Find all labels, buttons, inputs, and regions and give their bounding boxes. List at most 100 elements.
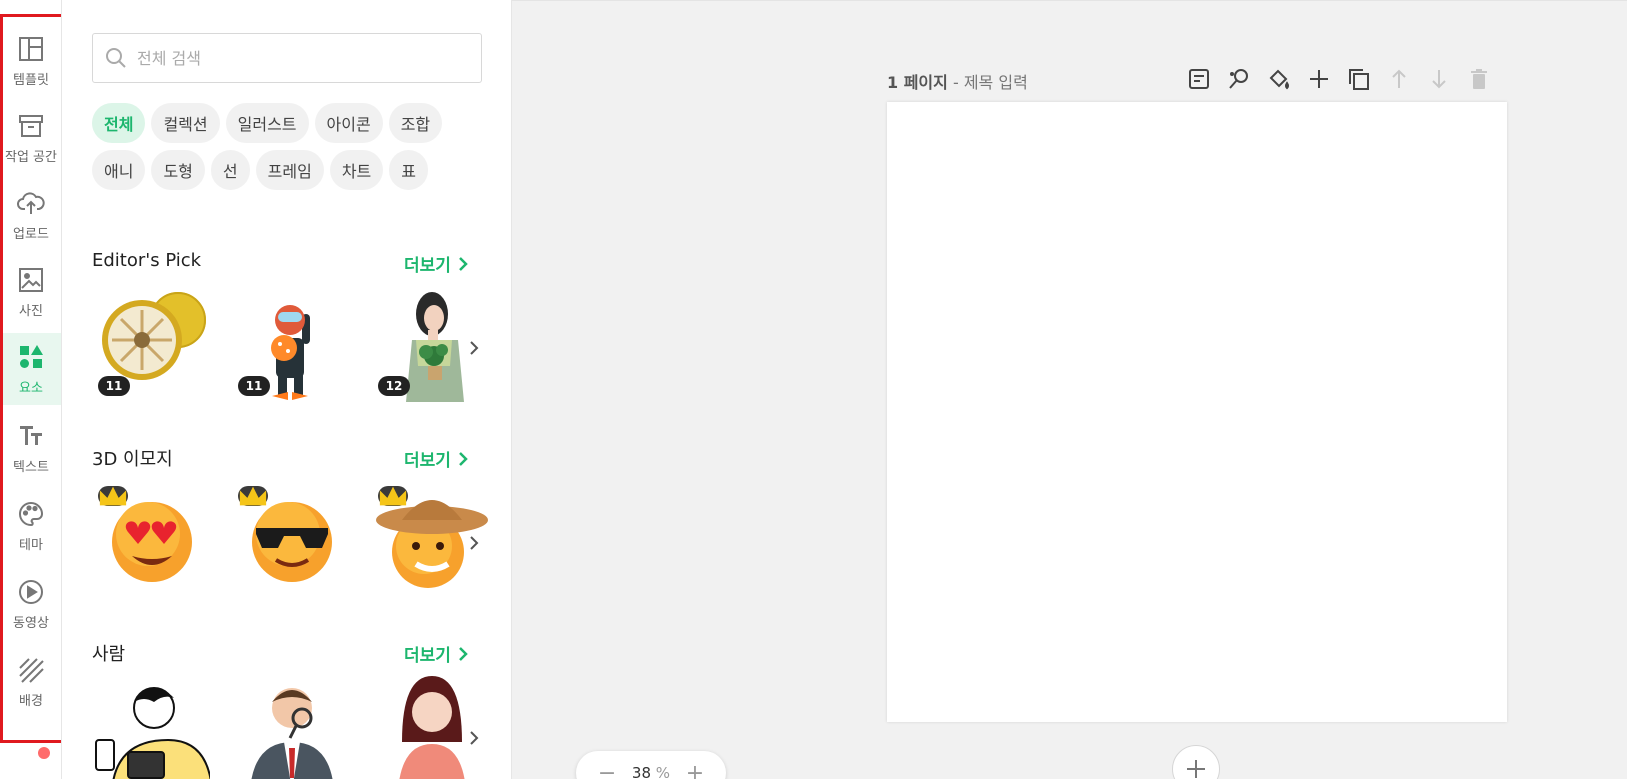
zoom-in-button[interactable]: + [686,761,704,779]
chip-combination[interactable]: 조합 [388,103,443,143]
element-thumb-sunglasses-emoji[interactable] [232,484,350,602]
element-count-badge: 12 [378,376,410,396]
element-thumb-woman[interactable] [372,672,490,779]
see-more-editors-pick[interactable]: 더보기 [404,251,469,276]
see-more-label: 더보기 [404,256,451,276]
premium-crown-badge [98,486,128,506]
palette-icon [19,501,44,526]
zoom-control: − 38 % + [576,751,726,779]
businessman-magnifier-illustration [251,688,333,779]
chip-collection[interactable]: 컬렉션 [151,103,220,143]
upload-cloud-icon [17,191,45,214]
sidebar-label: 작업 공간 [5,149,57,165]
see-more-3d-emoji[interactable]: 더보기 [404,446,469,471]
photo-icon [19,267,43,292]
sidebar-item-background[interactable]: 배경 [0,646,61,718]
chip-chart[interactable]: 차트 [329,150,384,190]
magic-wand-icon [1229,69,1248,89]
sidebar-item-elements[interactable]: 요소 [0,333,61,405]
template-icon [19,36,43,61]
element-thumb-heart-eyes-emoji[interactable] [92,484,210,602]
chevron-right-icon [459,646,468,661]
chip-illustration[interactable]: 일러스트 [225,103,309,143]
duplicate-page-button[interactable] [1346,66,1372,92]
element-thumb-person-laptop[interactable] [92,672,210,779]
zoom-value[interactable]: 38 [632,764,651,779]
page-title[interactable]: 1 페이지 - 제목 입력 [887,69,1028,93]
sidebar-label: 템플릿 [13,72,49,88]
plus-icon [1310,70,1328,88]
add-button[interactable] [1306,66,1332,92]
search-box[interactable] [92,33,482,83]
notification-dot [38,747,50,759]
search-input[interactable] [137,48,457,68]
sidebar-label: 동영상 [13,615,49,631]
trash-icon [1471,69,1487,89]
page-title-placeholder: 제목 입력 [963,73,1028,92]
chip-line[interactable]: 선 [210,150,250,190]
sidebar-label: 업로드 [13,226,49,242]
page-title-separator: - [947,73,964,92]
chip-table[interactable]: 표 [389,150,428,190]
section-title-3d-emoji: 3D 이모지 [92,449,173,470]
move-page-down-button[interactable] [1426,66,1452,92]
sidebar-item-workspace[interactable]: 작업 공간 [0,102,61,174]
see-more-people[interactable]: 더보기 [404,641,469,666]
zoom-unit: % [655,764,671,779]
person-with-laptop-illustration [95,687,210,779]
sidebar-item-text[interactable]: 텍스트 [0,412,61,484]
archive-icon [19,114,43,137]
sidebar-label: 테마 [19,537,43,553]
chevron-right-icon [459,256,468,271]
element-thumb-businessman[interactable] [232,672,350,779]
carousel-next-icon[interactable] [464,338,484,358]
chevron-right-icon [459,451,468,466]
element-count-badge: 11 [238,376,270,396]
move-page-up-button[interactable] [1386,66,1412,92]
sidebar-label: 텍스트 [13,459,49,475]
search-icon [106,48,126,68]
see-more-label: 더보기 [404,646,451,666]
element-thumb-diver[interactable]: 11 [232,284,350,402]
chip-all[interactable]: 전체 [92,103,146,143]
carousel-next-icon[interactable] [464,728,484,748]
elements-icon [20,344,43,368]
design-page-canvas[interactable] [887,102,1507,722]
sidebar-item-template[interactable]: 템플릿 [0,25,61,97]
copy-icon [1349,69,1369,90]
chip-shape[interactable]: 도형 [151,150,205,190]
carousel-next-icon[interactable] [464,533,484,553]
crown-icon [379,486,407,506]
chip-icon[interactable]: 아이콘 [314,103,383,143]
arrow-up-icon [1392,69,1406,88]
premium-crown-badge [378,486,408,506]
background-icon [19,657,44,683]
sidebar-item-photo[interactable]: 사진 [0,256,61,328]
text-icon [20,425,42,445]
magic-wand-button[interactable] [1226,66,1252,92]
delete-page-button[interactable] [1466,66,1492,92]
page-number: 1 페이지 [887,73,948,92]
woman-illustration [399,676,465,779]
zoom-out-button[interactable]: − [598,761,616,779]
paint-bucket-button[interactable] [1266,66,1292,92]
filter-chips-row2: 애니 도형 선 프레임 차트 표 [92,150,428,190]
chip-animation[interactable]: 애니 [92,150,146,190]
sidebar-item-video[interactable]: 동영상 [0,568,61,640]
add-page-button[interactable] [1172,745,1220,779]
sidebar-item-upload[interactable]: 업로드 [0,179,61,251]
crown-icon [99,486,127,506]
left-sidebar: 템플릿 작업 공간 업로드 사진 요소 텍스트 테마 동영상 배경 [0,0,62,779]
see-more-label: 더보기 [404,451,451,471]
memo-icon [1189,69,1209,89]
memo-button[interactable] [1186,66,1212,92]
element-thumb-yuzu[interactable]: 11 [92,284,210,402]
elements-panel: 전체 컬렉션 일러스트 아이콘 조합 애니 도형 선 프레임 차트 표 Edit… [62,0,512,779]
crown-icon [239,486,267,506]
chip-frame[interactable]: 프레임 [255,150,324,190]
plus-icon [1187,760,1205,778]
sidebar-item-theme[interactable]: 테마 [0,490,61,562]
sidebar-label: 요소 [19,380,43,396]
element-count-badge: 11 [98,376,130,396]
section-title-people: 사람 [92,644,126,665]
